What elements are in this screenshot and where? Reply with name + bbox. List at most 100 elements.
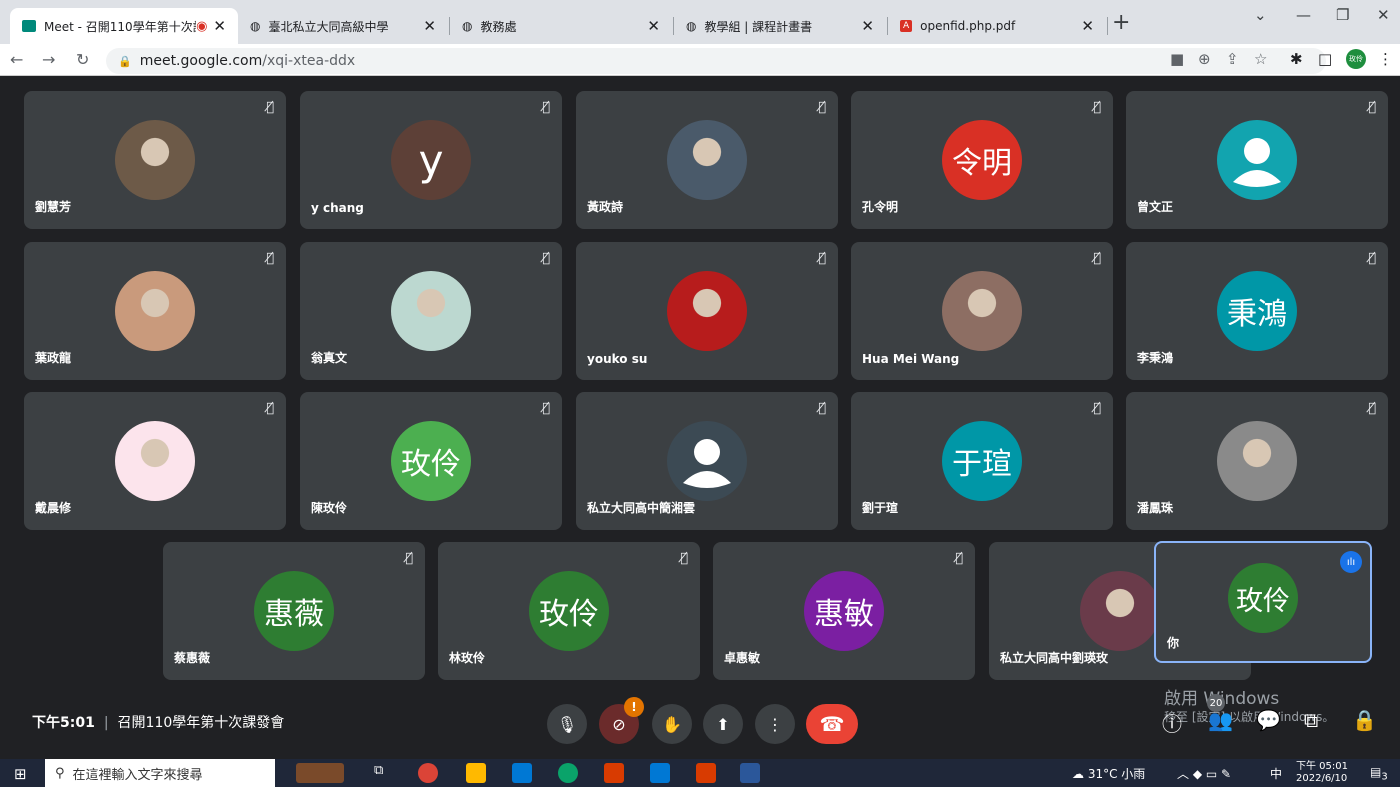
participant-tile[interactable]: 🎙̸ 私立大同高中簡湘雲 xyxy=(576,392,838,530)
camera-off-icon: ⊘ xyxy=(612,714,626,734)
minimize-icon[interactable]: — xyxy=(1296,6,1311,24)
participant-tile[interactable]: 🎙̸ 翁真文 xyxy=(300,242,562,380)
windows-start-icon[interactable]: ⊞ xyxy=(14,765,27,783)
taskbar-search-field[interactable]: ⚲ 在這裡輸入文字來搜尋 xyxy=(45,759,275,787)
notification-center-icon[interactable]: ▤3 xyxy=(1370,765,1388,782)
close-tab-icon[interactable]: ✕ xyxy=(423,17,436,35)
share-icon[interactable]: ⇪ xyxy=(1226,50,1239,68)
participant-tile[interactable]: 🎙̸ 玫伶 林玫伶 xyxy=(438,542,700,680)
office-app-icon[interactable] xyxy=(696,763,716,783)
maximize-icon[interactable]: ❐ xyxy=(1336,6,1349,24)
windows-taskbar: ⊞ ⚲ 在這裡輸入文字來搜尋 ⧉ ☁ 31°C 小雨 ︿ ◆ ▭ ✎ 中 下午 … xyxy=(0,759,1400,787)
mic-off-icon: 🎙̸ xyxy=(1368,251,1376,266)
clock[interactable]: 下午 05:01 2022/6/10 xyxy=(1296,761,1348,785)
file-explorer-icon[interactable] xyxy=(466,763,486,783)
clock-date: 2022/6/10 xyxy=(1296,773,1348,784)
mic-off-icon: 🎙̸ xyxy=(818,251,826,266)
tab-academic[interactable]: ◍ 教務處 ✕ xyxy=(450,8,672,44)
close-tab-icon[interactable]: ✕ xyxy=(861,17,874,35)
store-icon[interactable] xyxy=(512,763,532,783)
reload-icon[interactable]: ↻ xyxy=(76,50,89,69)
meeting-details-icon[interactable]: ⓘ xyxy=(1162,708,1182,737)
edge-icon[interactable] xyxy=(558,763,578,783)
task-view-icon[interactable]: ⧉ xyxy=(374,763,394,783)
tab-label: 臺北私立大同高級中學 xyxy=(268,19,389,34)
tab-pdf[interactable]: A openfid.php.pdf ✕ xyxy=(888,8,1106,44)
participant-tile[interactable]: 🎙̸ 潘鳳珠 xyxy=(1126,392,1388,530)
speaking-indicator-icon: ılı xyxy=(1340,551,1362,573)
close-tab-icon[interactable]: ✕ xyxy=(213,17,226,35)
self-tile[interactable]: ılı 玫伶 你 xyxy=(1154,541,1372,663)
url-field[interactable]: 🔒 meet.google.com/xqi-xtea-ddx xyxy=(106,48,1326,74)
participant-tile[interactable]: 🎙̸ 葉政龍 xyxy=(24,242,286,380)
close-tab-icon[interactable]: ✕ xyxy=(1081,17,1094,35)
tab-search-icon[interactable]: ⌄ xyxy=(1254,6,1267,24)
participant-tile[interactable]: 🎙̸ 曾文正 xyxy=(1126,91,1388,229)
participant-tile[interactable]: 🎙̸ youko su xyxy=(576,242,838,380)
camera-warning-badge: ! xyxy=(624,697,644,717)
chrome-icon[interactable] xyxy=(418,763,438,783)
profile-avatar[interactable]: 玫伶 xyxy=(1346,49,1366,69)
leave-call-button[interactable]: ☎ xyxy=(806,704,858,744)
globe-icon: ◍ xyxy=(462,19,473,33)
participant-tile[interactable]: 🎙̸ 黃政詩 xyxy=(576,91,838,229)
weather-widget[interactable]: ☁ 31°C 小雨 xyxy=(1072,765,1145,782)
participants-count-badge: 20 xyxy=(1207,694,1225,712)
present-button[interactable]: ⬆ xyxy=(703,704,743,744)
participant-name: 陳玫伶 xyxy=(311,501,348,515)
microphone-button[interactable]: 🎙 xyxy=(547,704,587,744)
globe-icon: ◍ xyxy=(686,19,697,33)
participant-name: Hua Mei Wang xyxy=(862,352,960,366)
chat-icon[interactable]: 💬 xyxy=(1256,708,1281,732)
participant-tile[interactable]: 🎙̸ y y chang xyxy=(300,91,562,229)
participant-tile[interactable]: 🎙̸ 秉鴻 李秉鴻 xyxy=(1126,242,1388,380)
extensions-icon[interactable]: ✱ xyxy=(1290,50,1303,68)
participant-tile[interactable]: 🎙̸ 惠薇 蔡惠薇 xyxy=(163,542,425,680)
mic-off-icon: 🎙̸ xyxy=(818,401,826,416)
forward-icon[interactable]: → xyxy=(42,50,55,69)
weather-text: 31°C 小雨 xyxy=(1087,767,1146,781)
mail-icon[interactable] xyxy=(650,763,670,783)
participant-name: 潘鳳珠 xyxy=(1137,501,1174,515)
tab-label: openfid.php.pdf xyxy=(920,19,1016,33)
participant-name: 翁真文 xyxy=(311,351,348,365)
participant-photo xyxy=(667,120,747,200)
tray-icons[interactable]: ︿ ◆ ▭ ✎ xyxy=(1177,765,1231,782)
participant-tile[interactable]: 🎙̸ 戴晨修 xyxy=(24,392,286,530)
participant-photo xyxy=(942,271,1022,351)
activities-icon[interactable]: ⧉ xyxy=(1304,708,1318,732)
participant-tile[interactable]: 🎙̸ 玫伶 陳玫伶 xyxy=(300,392,562,530)
mic-off-icon: 🎙̸ xyxy=(266,251,274,266)
ime-indicator[interactable]: 中 xyxy=(1270,765,1282,782)
search-highlight-icon[interactable] xyxy=(296,763,344,783)
participant-tile[interactable]: 🎙̸ Hua Mei Wang xyxy=(851,242,1113,380)
menu-kebab-icon[interactable]: ⋮ xyxy=(1378,50,1393,68)
participant-tile[interactable]: 🎙̸ 于瑄 劉于瑄 xyxy=(851,392,1113,530)
back-icon[interactable]: ← xyxy=(10,50,23,69)
more-options-button[interactable]: ⋮ xyxy=(755,704,795,744)
office-icon[interactable] xyxy=(604,763,624,783)
search-placeholder: 在這裡輸入文字來搜尋 xyxy=(72,767,203,783)
zoom-icon[interactable]: ⊕ xyxy=(1198,50,1211,68)
camera-icon[interactable]: ■ xyxy=(1170,50,1184,68)
host-controls-icon[interactable]: 🔒 xyxy=(1352,708,1377,732)
participant-name: 私立大同高中簡湘雲 xyxy=(587,501,696,515)
participant-tile[interactable]: 🎙̸ 劉慧芳 xyxy=(24,91,286,229)
participant-tile[interactable]: 🎙̸ 惠敏 卓惠敏 xyxy=(713,542,975,680)
close-window-icon[interactable]: ✕ xyxy=(1377,6,1390,24)
tab-meet[interactable]: Meet - 召開110學年第十次課 ◉ ✕ xyxy=(10,8,238,44)
raise-hand-button[interactable]: ✋ xyxy=(652,704,692,744)
participant-tile[interactable]: 🎙̸ 令明 孔令明 xyxy=(851,91,1113,229)
close-tab-icon[interactable]: ✕ xyxy=(647,17,660,35)
lock-icon: 🔒 xyxy=(118,54,132,68)
meeting-title: 召開110學年第十次課發會 xyxy=(117,715,285,731)
participant-name: 私立大同高中劉瑛玫 xyxy=(1000,651,1109,665)
people-icon[interactable]: 👥 xyxy=(1208,708,1233,732)
bookmark-star-icon[interactable]: ☆ xyxy=(1254,50,1267,68)
tab-school[interactable]: ◍ 臺北私立大同高級中學 ✕ xyxy=(238,8,448,44)
meeting-info: 下午5:01 | 召開110學年第十次課發會 xyxy=(32,712,284,732)
new-tab-button[interactable]: + xyxy=(1112,10,1130,35)
side-panel-icon[interactable]: □ xyxy=(1318,50,1332,68)
word-icon[interactable] xyxy=(740,763,760,783)
tab-curriculum[interactable]: ◍ 教學組 | 課程計畫書 ✕ xyxy=(674,8,886,44)
